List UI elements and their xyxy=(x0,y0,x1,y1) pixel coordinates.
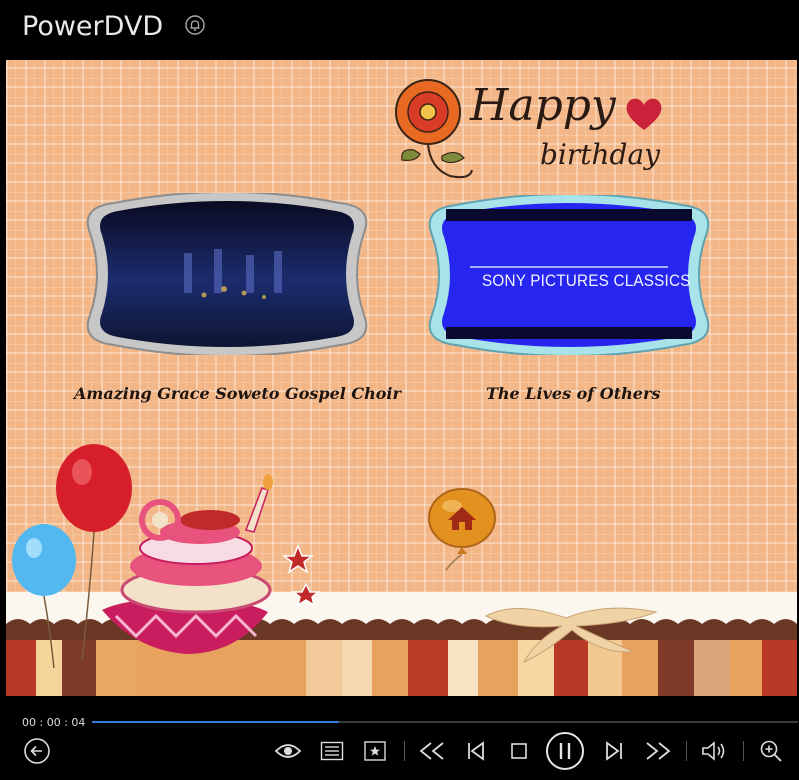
menu-list-button[interactable] xyxy=(316,736,348,766)
progress-fill xyxy=(92,721,340,723)
eye-icon xyxy=(274,744,302,758)
rewind-button[interactable] xyxy=(416,736,448,766)
pause-button[interactable] xyxy=(544,731,586,771)
playback-control-bar xyxy=(0,696,799,780)
chapter-2-label[interactable]: The Lives of Others xyxy=(486,384,660,403)
notification-bell-icon[interactable] xyxy=(185,15,205,35)
thumbnail-text: SONY PICTURES CLASSICS xyxy=(482,271,691,290)
rewind-icon xyxy=(419,742,444,760)
bookmark-button[interactable] xyxy=(359,736,391,766)
list-icon xyxy=(320,741,344,761)
divider xyxy=(404,741,405,761)
favorite-star-icon xyxy=(364,741,386,761)
progress-track[interactable] xyxy=(92,721,798,723)
fast-forward-button[interactable] xyxy=(642,736,674,766)
volume-icon xyxy=(702,741,725,761)
divider xyxy=(743,741,744,761)
chapter-1-label[interactable]: Amazing Grace Soweto Gospel Choir xyxy=(74,384,401,403)
logo-birthday-text: birthday xyxy=(540,138,660,171)
title-bar: PowerDVD xyxy=(0,0,799,60)
divider xyxy=(686,741,687,761)
zoom-button[interactable] xyxy=(755,736,787,766)
heart-icon xyxy=(626,98,662,130)
powerdvd-window: PowerDVD Happy birthday Amazing Grace So… xyxy=(0,0,799,780)
back-arrow-icon xyxy=(24,738,50,764)
fast-forward-icon xyxy=(646,742,671,760)
previous-chapter-button[interactable] xyxy=(460,736,492,766)
view-mode-button[interactable] xyxy=(272,736,304,766)
flower-logo-icon xyxy=(395,79,473,179)
stop-button[interactable] xyxy=(503,736,535,766)
volume-button[interactable] xyxy=(698,736,730,766)
elapsed-time: 00 : 00 : 04 xyxy=(22,716,86,729)
next-chapter-button[interactable] xyxy=(598,736,630,766)
pause-icon xyxy=(546,732,584,770)
logo-happy-text: Happy xyxy=(470,80,616,131)
previous-chapter-icon xyxy=(468,741,484,761)
zoom-in-icon xyxy=(760,740,782,762)
stop-icon xyxy=(511,743,527,759)
app-title: PowerDVD xyxy=(22,11,164,42)
chapter-1-thumbnail[interactable] xyxy=(74,193,380,355)
back-button[interactable] xyxy=(21,736,53,766)
birthday-decor-illustration xyxy=(6,444,797,696)
next-chapter-icon xyxy=(606,741,622,761)
